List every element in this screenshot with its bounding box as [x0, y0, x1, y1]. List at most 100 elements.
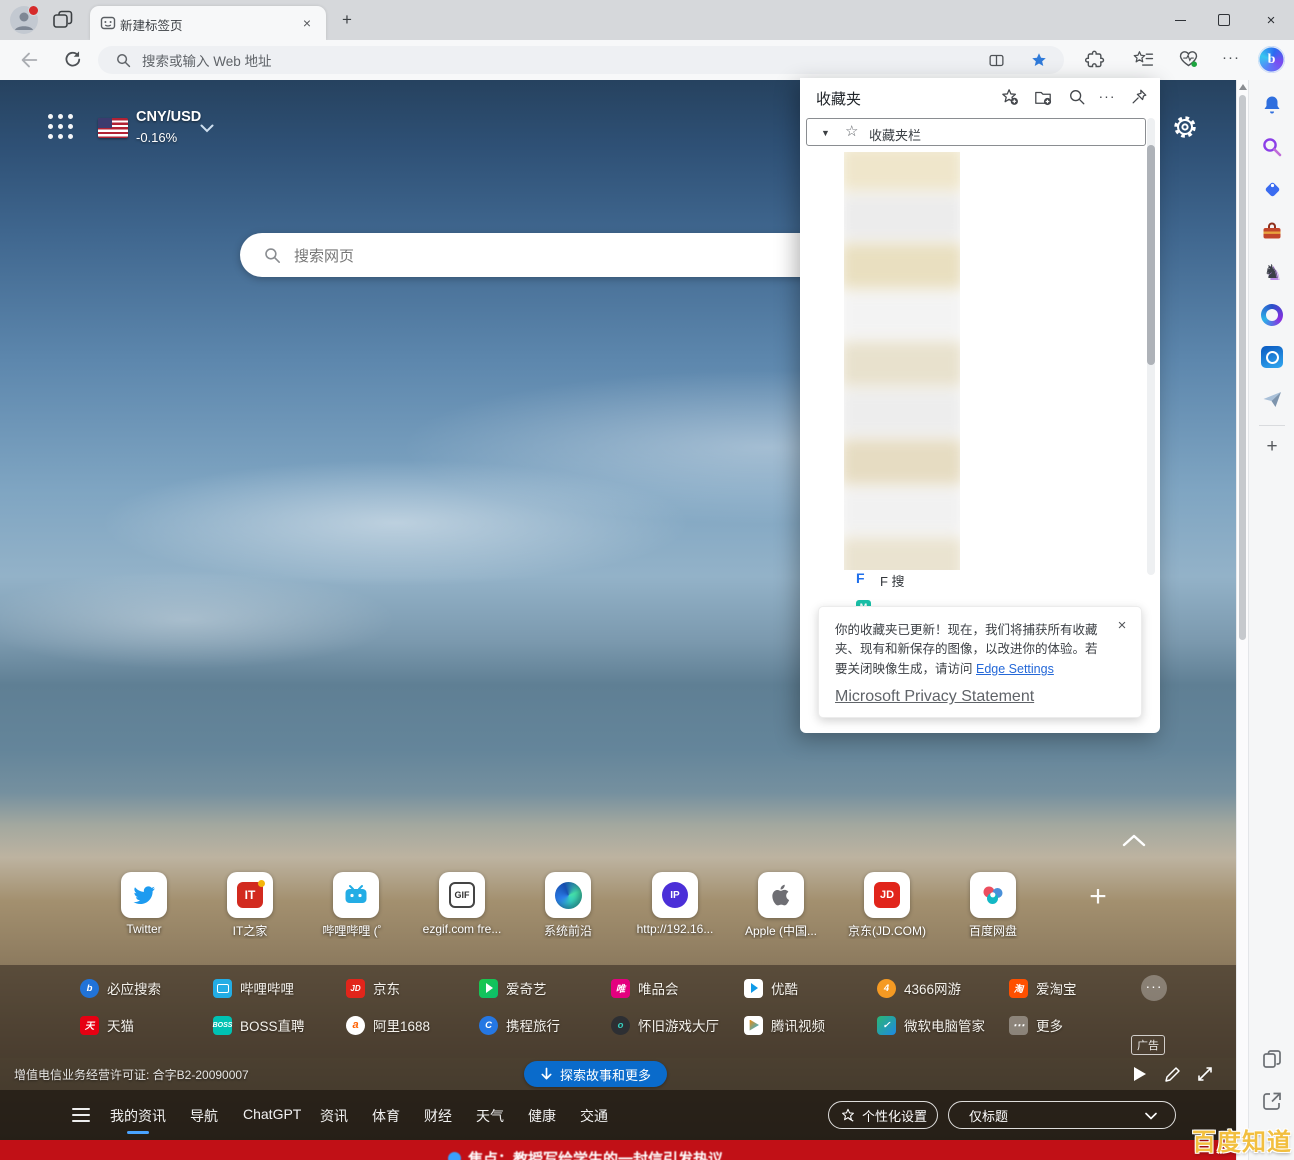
more-menu-icon[interactable]: ··· — [1220, 48, 1242, 70]
nav-tab-traffic[interactable]: 交通 — [580, 1106, 608, 1126]
blurred-favorites-list — [844, 152, 960, 570]
personalize-button[interactable]: 个性化设置 — [828, 1101, 938, 1129]
back-icon[interactable] — [18, 49, 40, 71]
window-minimize-button[interactable] — [1158, 0, 1202, 40]
fullscreen-icon[interactable] — [1196, 1065, 1214, 1083]
add-quick-link-button[interactable]: + — [1080, 880, 1116, 916]
quick-link-jd[interactable]: JD — [864, 872, 910, 918]
grid-link[interactable]: JD 京东 — [346, 977, 400, 999]
quick-link-twitter[interactable] — [121, 872, 167, 918]
quick-link-apple[interactable] — [758, 872, 804, 918]
address-input[interactable] — [140, 48, 684, 74]
nav-tab-news[interactable]: 资讯 — [320, 1106, 348, 1126]
panel-scrollbar[interactable] — [1147, 118, 1155, 575]
expand-caret-icon[interactable]: ▼ — [821, 128, 830, 138]
quick-link-baidu-pan[interactable] — [970, 872, 1016, 918]
pin-panel-icon[interactable] — [1130, 88, 1148, 106]
grid-link[interactable]: 淘爱淘宝 — [1009, 977, 1077, 999]
notice-close-icon[interactable]: × — [1113, 617, 1131, 635]
workspaces-icon[interactable] — [52, 10, 74, 30]
hamburger-menu-icon[interactable] — [72, 1108, 90, 1122]
nav-tab-sports[interactable]: 体育 — [372, 1106, 400, 1126]
explore-stories-button[interactable]: 探索故事和更多 — [524, 1061, 668, 1087]
tools-toolbox-icon[interactable] — [1261, 220, 1283, 242]
grid-link[interactable]: 爱奇艺 — [479, 977, 547, 999]
quick-link-ip-address[interactable]: IP — [652, 872, 698, 918]
new-tab-button[interactable]: + — [337, 10, 357, 30]
quick-link-ezgif[interactable]: GIF — [439, 872, 485, 918]
quick-link-bilibili[interactable] — [333, 872, 379, 918]
games-icon[interactable]: ♞ — [1261, 262, 1283, 284]
grid-link[interactable]: C 携程旅行 — [479, 1014, 560, 1036]
sidebar-add-button[interactable]: + — [1261, 436, 1283, 458]
favorites-bar-row[interactable]: ▼ ☆ 收藏夹栏 — [806, 118, 1146, 146]
nav-tab-health[interactable]: 健康 — [528, 1106, 556, 1126]
collapse-feed-chevron-icon[interactable] — [1120, 832, 1148, 850]
play-icon[interactable] — [1130, 1065, 1148, 1083]
scrollbar-thumb[interactable] — [1239, 95, 1246, 640]
grid-link[interactable]: 哔哩哔哩 — [213, 977, 294, 999]
favorite-item-f-search[interactable]: F 搜 — [880, 571, 905, 590]
tab-close-icon[interactable]: × — [298, 14, 316, 32]
outlook-icon[interactable] — [1261, 346, 1283, 368]
grid-link[interactable]: b 必应搜索 — [80, 977, 161, 999]
notice-body: 你的收藏夹已更新！现在，我们将捕获所有收藏夹、现有和新保存的图像，以改进你的体验… — [835, 623, 1098, 676]
split-screen-icon[interactable] — [988, 52, 1005, 69]
grid-link[interactable]: 4 4366网游 — [877, 977, 961, 999]
nav-tab-finance[interactable]: 财经 — [424, 1106, 452, 1126]
search-favorites-icon[interactable] — [1068, 88, 1086, 106]
grid-link-more[interactable]: ⋯ 更多 — [1009, 1014, 1063, 1036]
panel-scrollbar-thumb[interactable] — [1147, 145, 1155, 365]
pen-icon[interactable] — [1164, 1065, 1182, 1083]
grid-link[interactable]: 腾讯视频 — [744, 1014, 825, 1036]
profile-avatar[interactable] — [10, 5, 39, 34]
open-external-icon[interactable] — [1261, 1090, 1283, 1112]
nav-tab-weather[interactable]: 天气 — [476, 1106, 504, 1126]
notifications-bell-icon[interactable] — [1261, 94, 1283, 116]
favorite-star-filled-icon[interactable] — [1030, 51, 1048, 69]
scrollbar-up-arrow[interactable] — [1239, 84, 1247, 90]
quick-link-ithome[interactable]: IT — [227, 872, 273, 918]
browser-essentials-icon[interactable] — [1178, 48, 1199, 69]
grid-link[interactable]: 唯唯品会 — [611, 977, 679, 999]
nav-tab-my-feed[interactable]: 我的资讯 — [110, 1106, 166, 1134]
edge-settings-link[interactable]: Edge Settings — [976, 662, 1054, 676]
grid-link[interactable]: o 怀旧游戏大厅 — [611, 1014, 719, 1036]
layout-select[interactable]: 仅标题 — [948, 1101, 1176, 1129]
us-flag-icon — [98, 118, 128, 138]
grid-link[interactable]: 优酷 — [744, 977, 798, 999]
copilot-icon[interactable]: b — [1258, 46, 1285, 73]
microsoft-365-icon[interactable] — [1261, 304, 1283, 326]
search-icon — [117, 54, 131, 68]
grid-link[interactable]: a 阿里1688 — [346, 1014, 430, 1036]
extensions-icon[interactable] — [1085, 49, 1105, 69]
currency-pair[interactable]: CNY/USD — [136, 109, 201, 125]
news-banner[interactable]: 焦点：教授写给学生的一封信引发热议 — [0, 1140, 1236, 1160]
refresh-icon[interactable] — [62, 49, 84, 71]
grid-link[interactable]: BOSS BOSS直聘 — [213, 1014, 305, 1036]
chevron-down-icon[interactable] — [200, 124, 214, 133]
privacy-statement-link[interactable]: Microsoft Privacy Statement — [835, 688, 1034, 706]
grid-more-button[interactable]: ··· — [1141, 975, 1167, 1001]
window-close-button[interactable]: × — [1248, 0, 1294, 40]
copy-page-icon[interactable] — [1261, 1048, 1283, 1070]
favorites-more-icon[interactable]: ··· — [1098, 88, 1116, 106]
grid-link[interactable]: ✓ 微软电脑管家 — [877, 1014, 985, 1036]
add-favorite-icon[interactable] — [1001, 88, 1019, 106]
address-bar[interactable] — [98, 46, 1064, 74]
add-folder-icon[interactable] — [1034, 88, 1052, 106]
license-text: 增值电信业务经营许可证: 合字B2-20090007 — [14, 1068, 249, 1082]
nav-tab-navigation[interactable]: 导航 — [190, 1106, 218, 1126]
quick-link-edge-site[interactable] — [545, 872, 591, 918]
apps-grid-icon[interactable] — [48, 114, 76, 142]
page-settings-gear-icon[interactable] — [1172, 114, 1198, 140]
search-icon[interactable] — [1261, 136, 1283, 158]
shopping-tag-icon[interactable] — [1261, 178, 1283, 200]
favorites-list-icon[interactable] — [1133, 49, 1154, 69]
grid-link[interactable]: 天天猫 — [80, 1014, 134, 1036]
page-scrollbar[interactable] — [1236, 80, 1248, 1160]
tab-new-tab[interactable]: 新建标签页 × — [90, 6, 326, 40]
nav-tab-chatgpt[interactable]: ChatGPT — [243, 1106, 301, 1122]
window-maximize-button[interactable] — [1202, 0, 1246, 40]
drop-icon[interactable] — [1261, 388, 1283, 410]
